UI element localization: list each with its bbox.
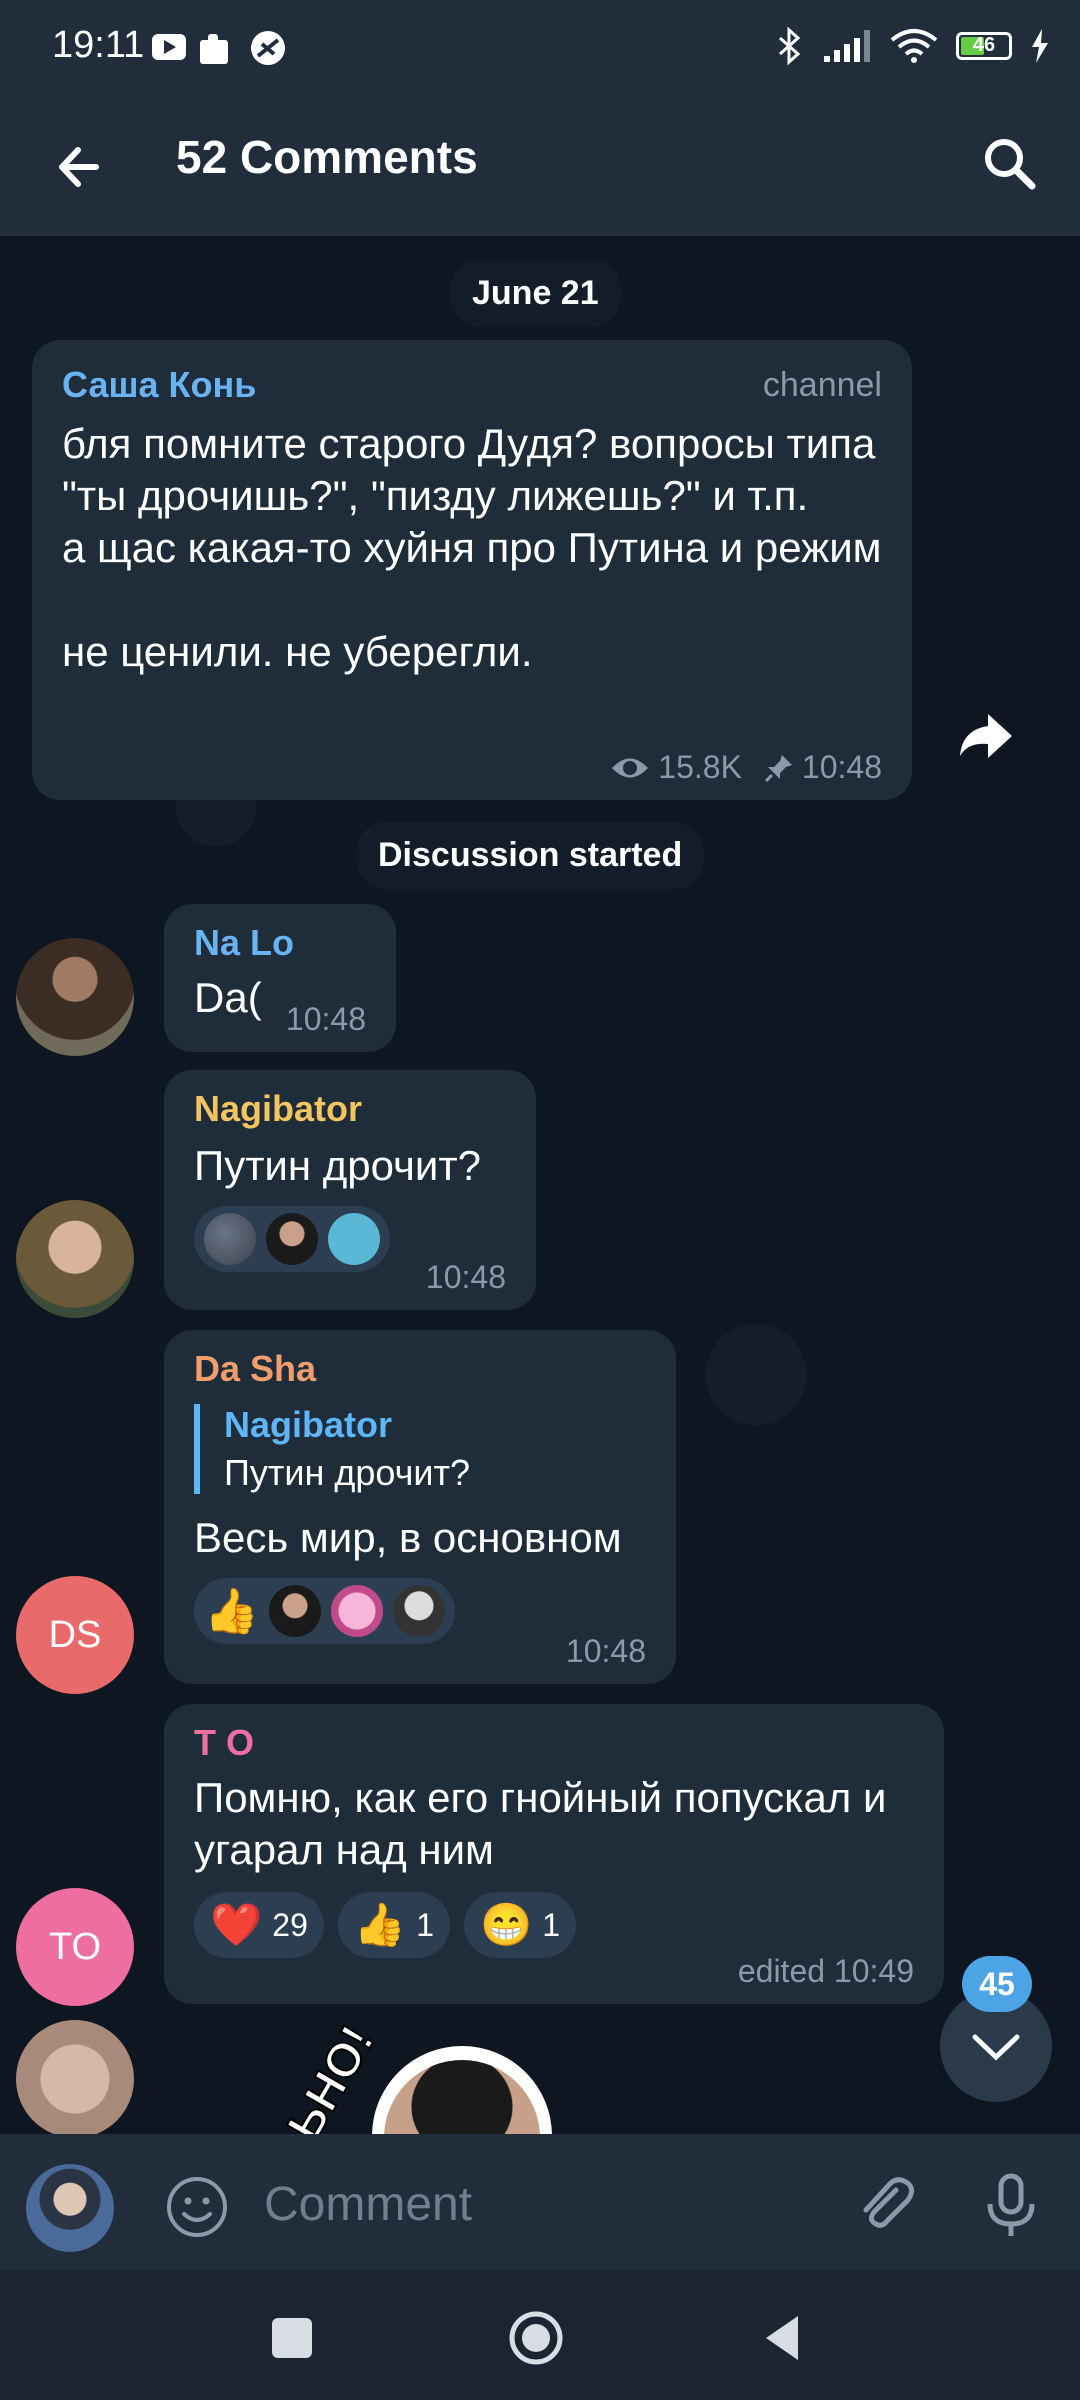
status-time: 19:11 xyxy=(52,24,145,66)
avatar[interactable] xyxy=(16,2020,134,2134)
status-bar: 19:11 46 xyxy=(0,0,1080,100)
charging-icon xyxy=(1032,29,1048,63)
chat-area[interactable]: June 21 Саша Конь channel бля помните ст… xyxy=(0,236,1080,2134)
recents-icon[interactable] xyxy=(262,2308,322,2368)
reply-quote[interactable]: Nagibator Путин дрочит? xyxy=(194,1404,646,1494)
reactor-avatar xyxy=(268,1585,321,1637)
signal-icon xyxy=(824,30,870,62)
reply-text: Путин дрочит? xyxy=(224,1452,470,1493)
reaction-chip[interactable]: 😁 1 xyxy=(463,1892,577,1958)
message-time: 10:48 xyxy=(285,1001,366,1037)
message-text: Весь мир, в основном xyxy=(194,1514,622,1561)
channel-tag: channel xyxy=(762,366,882,404)
reply-author: Nagibator xyxy=(224,1404,393,1445)
battery-icon: 46 xyxy=(956,32,1012,60)
message-time: 10:48 xyxy=(425,1259,506,1295)
notification-icons xyxy=(152,31,285,65)
comment-input[interactable] xyxy=(262,2168,826,2240)
grin-icon: 😁 xyxy=(479,1900,533,1948)
channel-post-time: 10:48 xyxy=(801,749,882,785)
thumbs-up-icon: 👍 xyxy=(353,1900,407,1948)
bluetooth-icon xyxy=(779,26,801,66)
message-author[interactable]: Nagibator xyxy=(194,1088,506,1130)
views-count: 15.8K xyxy=(658,749,742,785)
reaction-count: 1 xyxy=(542,1906,561,1943)
reactor-avatar xyxy=(392,1585,445,1637)
message-bubble[interactable]: Na Lo Da( 10:48 xyxy=(164,904,396,1052)
avatar[interactable]: DS xyxy=(16,1576,134,1694)
reaction-chip[interactable]: 👍 1 xyxy=(337,1892,450,1958)
reactor-avatar xyxy=(266,1213,318,1265)
home-icon[interactable] xyxy=(506,2308,566,2368)
message-text: Помню, как его гнойный попускал и угарал… xyxy=(194,1774,887,1873)
message-text: Путин дрочит? xyxy=(194,1142,481,1189)
thumbs-up-icon: 👍 xyxy=(204,1587,259,1636)
app-bar: 52 Comments xyxy=(0,100,1080,236)
reaction-chip[interactable]: 👍 xyxy=(194,1578,455,1644)
reactions: ❤️ 29 👍 1 😁 1 xyxy=(194,1892,914,1958)
emoji-icon xyxy=(204,1213,256,1265)
battery-level: 46 xyxy=(972,34,996,56)
system-nav-bar xyxy=(0,2270,1080,2400)
pin-icon xyxy=(764,754,792,782)
channel-post-bubble[interactable]: Саша Конь channel бля помните старого Ду… xyxy=(32,340,912,800)
avatar[interactable] xyxy=(16,938,134,1056)
status-right: 46 xyxy=(776,26,1050,66)
send-as-avatar[interactable] xyxy=(26,2164,114,2252)
sticker-text: ЬНО! xyxy=(277,2016,386,2134)
heart-icon: ❤️ xyxy=(210,1900,263,1948)
unread-badge: 45 xyxy=(962,1956,1032,2012)
reaction-chip[interactable]: ❤️ 29 xyxy=(194,1892,324,1958)
message-time: 10:48 xyxy=(565,1633,646,1669)
channel-post-text: бля помните старого Дудя? вопросы типа "… xyxy=(62,420,882,675)
reactor-avatar xyxy=(330,1585,383,1637)
comment-bar xyxy=(0,2134,1080,2270)
microphone-icon[interactable] xyxy=(976,2170,1046,2240)
paperclip-icon[interactable] xyxy=(850,2170,920,2240)
wifi-icon xyxy=(890,29,938,63)
discussion-started-label: Discussion started xyxy=(356,822,705,889)
message-time: edited 10:49 xyxy=(737,1953,914,1989)
channel-post-author[interactable]: Саша Конь xyxy=(62,364,882,406)
page-title: 52 Comments xyxy=(176,131,478,183)
message-bubble[interactable]: Da Sha Nagibator Путин дрочит? Весь мир,… xyxy=(164,1330,676,1684)
channel-post-meta: 15.8K 10:48 xyxy=(610,749,882,786)
sticker[interactable]: ЬНО! xyxy=(260,2016,580,2134)
back-nav-icon[interactable] xyxy=(754,2308,814,2368)
reactor-avatar xyxy=(328,1213,380,1265)
emoji-icon[interactable] xyxy=(164,2174,230,2240)
message-bubble[interactable]: Nagibator Путин дрочит? 10:48 xyxy=(164,1070,536,1310)
message-author[interactable]: Na Lo xyxy=(194,922,366,964)
back-arrow-icon[interactable] xyxy=(46,132,116,202)
share-icon[interactable] xyxy=(954,708,1018,764)
chevron-down-icon xyxy=(972,2034,1020,2061)
avatar[interactable] xyxy=(16,1200,134,1318)
search-icon[interactable] xyxy=(974,128,1044,198)
message-author[interactable]: T O xyxy=(194,1722,914,1764)
reaction-chip[interactable] xyxy=(194,1206,390,1272)
date-separator: June 21 xyxy=(450,260,621,327)
reaction-count: 1 xyxy=(416,1906,434,1943)
views-icon xyxy=(612,758,649,777)
reaction-count: 29 xyxy=(272,1906,308,1943)
avatar[interactable]: TO xyxy=(16,1888,134,2006)
message-bubble[interactable]: T O Помню, как его гнойный попускал и уг… xyxy=(164,1704,944,2004)
message-author[interactable]: Da Sha xyxy=(194,1348,646,1390)
